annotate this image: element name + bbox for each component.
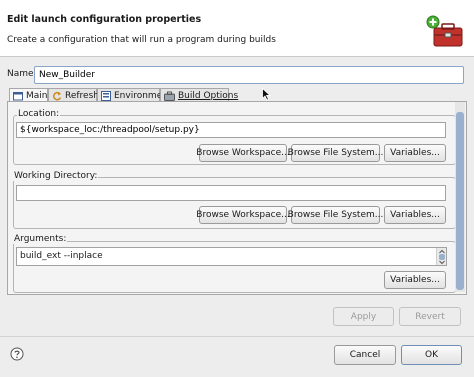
arguments-scrollbar[interactable] [436, 248, 446, 265]
bottom-separator [0, 336, 474, 337]
working-directory-label: Working Directory: [13, 171, 99, 181]
dialog-title: Edit launch configuration properties [7, 14, 202, 25]
dialog-subtitle: Create a configuration that will run a p… [7, 35, 276, 45]
revert-button[interactable]: Revert [399, 307, 461, 326]
build-options-icon [164, 91, 175, 101]
main-tab-icon [13, 92, 23, 101]
location-field[interactable] [16, 122, 446, 138]
working-directory-browse-workspace-button[interactable]: Browse Workspace... [196, 206, 290, 224]
name-label: Name: [7, 69, 37, 79]
apply-button[interactable]: Apply [333, 307, 394, 326]
arguments-variables-button[interactable]: Variables... [384, 271, 446, 289]
name-field[interactable] [34, 66, 464, 84]
dialog-header: Edit launch configuration properties Cre… [0, 0, 474, 57]
working-directory-browse-filesystem-button[interactable]: Browse File System... [288, 206, 383, 224]
panel-scrollbar-thumb[interactable] [456, 112, 464, 290]
tab-environment[interactable]: Environment [97, 88, 171, 102]
builder-toolbox-add-icon [424, 14, 464, 48]
help-icon[interactable] [10, 347, 24, 361]
arguments-text: build_ext --inplace [20, 251, 103, 261]
working-directory-field[interactable] [16, 185, 446, 201]
location-label: Location: [17, 109, 61, 119]
environment-icon [101, 90, 111, 101]
location-variables-button[interactable]: Variables... [384, 144, 446, 162]
arguments-textarea[interactable]: build_ext --inplace [16, 247, 447, 266]
refresh-icon [53, 91, 62, 100]
arguments-label: Arguments: [13, 234, 68, 244]
tab-refresh-label: Refresh [65, 90, 99, 101]
cancel-button[interactable]: Cancel [334, 345, 396, 365]
tab-main-label: Main [26, 91, 48, 101]
ok-button[interactable]: OK [401, 345, 462, 365]
working-directory-variables-button[interactable]: Variables... [384, 206, 446, 224]
main-tab-panel: Location: Browse Workspace... Browse Fil… [7, 101, 467, 295]
location-browse-filesystem-button[interactable]: Browse File System... [288, 144, 383, 162]
tab-build-options[interactable]: Build Options [160, 88, 238, 102]
location-browse-workspace-button[interactable]: Browse Workspace... [196, 144, 290, 162]
tab-build-options-label: Build Options [178, 90, 239, 101]
tab-refresh[interactable]: Refresh [48, 88, 99, 102]
